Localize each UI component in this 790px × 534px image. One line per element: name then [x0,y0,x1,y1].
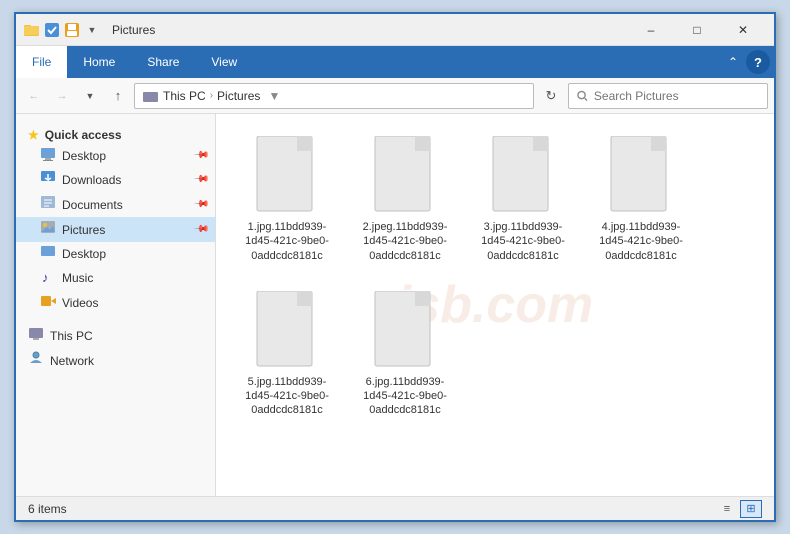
path-thispc: This PC [163,89,206,103]
file-item[interactable]: 1.jpg.11bdd939-1d45-421c-9be0-0addcdc818… [232,130,342,269]
sidebar-item-pictures[interactable]: Pictures 📌 [16,217,215,242]
pin-icon: 📌 [192,221,209,238]
file-name-5: 5.jpg.11bdd939-1d45-421c-9be0-0addcdc818… [238,375,336,418]
save-icon[interactable] [64,22,80,38]
file-name-3: 3.jpg.11bdd939-1d45-421c-9be0-0addcdc818… [474,220,572,263]
music-icon: ♪ [40,268,56,287]
pin-icon: 📌 [192,171,209,188]
videos-icon [40,293,56,312]
pin-icon: 📌 [192,147,209,164]
close-button[interactable]: ✕ [720,14,766,46]
sidebar: ★ Quick access Desktop 📌 [16,114,216,496]
minimize-button[interactable]: ‒ [628,14,674,46]
breadcrumb-thispc[interactable]: This PC › [163,89,213,103]
dropdown-recent-button[interactable]: ▼ [78,84,102,108]
sidebar-thispc-label: This PC [50,329,93,343]
search-input[interactable] [594,89,759,103]
ribbon: File Home Share View ⌃ ? [16,46,774,78]
sidebar-downloads-label: Downloads [62,173,121,187]
path-icon [143,89,159,103]
file-item[interactable]: 6.jpg.11bdd939-1d45-421c-9be0-0addcdc818… [350,285,460,424]
file-name-4: 4.jpg.11bdd939-1d45-421c-9be0-0addcdc818… [592,220,690,263]
pin-icon: 📌 [192,196,209,213]
forward-button[interactable]: → [50,84,74,108]
address-bar: ← → ▼ ↑ This PC › Pictures ▼ ↻ [16,78,774,114]
title-bar: ▼ Pictures ‒ □ ✕ [16,14,774,46]
sidebar-quick-access-label: Quick access [45,128,122,142]
search-icon [577,90,588,102]
sidebar-item-desktop2[interactable]: Desktop [16,242,215,265]
file-item[interactable]: 4.jpg.11bdd939-1d45-421c-9be0-0addcdc818… [586,130,696,269]
downloads-icon [40,170,56,189]
tab-home[interactable]: Home [67,46,131,78]
view-large-button[interactable]: ⊞ [740,500,762,518]
file-item[interactable]: 3.jpg.11bdd939-1d45-421c-9be0-0addcdc818… [468,130,578,269]
svg-text:♪: ♪ [42,270,49,284]
star-icon: ★ [28,128,39,142]
file-explorer-window: ▼ Pictures ‒ □ ✕ File Home Share View ⌃ … [14,12,776,522]
network-icon [28,351,44,370]
tab-share[interactable]: Share [131,46,195,78]
address-dropdown-icon[interactable]: ▼ [264,83,284,109]
sidebar-network-label: Network [50,354,94,368]
folder-icon [24,22,40,38]
view-list-button[interactable]: ≡ [716,500,738,518]
quick-access-toolbar: ▼ [24,22,100,38]
sidebar-videos-label: Videos [62,296,98,310]
items-count: 6 items [28,502,708,516]
up-button[interactable]: ↑ [106,84,130,108]
desktop2-icon [40,245,56,262]
ribbon-right: ⌃ ? [720,46,774,78]
file-name-6: 6.jpg.11bdd939-1d45-421c-9be0-0addcdc818… [356,375,454,418]
view-buttons: ≡ ⊞ [716,500,762,518]
sidebar-item-music[interactable]: ♪ Music [16,265,215,290]
desktop-icon [40,147,56,164]
sidebar-music-label: Music [62,271,93,285]
documents-icon [40,195,56,214]
file-icon-6 [370,291,440,371]
file-name-1: 1.jpg.11bdd939-1d45-421c-9be0-0addcdc818… [238,220,336,263]
file-item[interactable]: 5.jpg.11bdd939-1d45-421c-9be0-0addcdc818… [232,285,342,424]
pictures-icon [40,220,56,239]
sidebar-item-network[interactable]: Network [16,348,215,373]
sidebar-desktop2-label: Desktop [62,247,106,261]
sidebar-item-videos[interactable]: Videos [16,290,215,315]
tab-file[interactable]: File [16,46,67,78]
thispc-icon [28,326,44,345]
tab-view[interactable]: View [195,46,253,78]
help-button[interactable]: ? [746,50,770,74]
qat-dropdown-icon[interactable]: ▼ [84,22,100,38]
sidebar-item-documents[interactable]: Documents 📌 [16,192,215,217]
status-bar: 6 items ≡ ⊞ [16,496,774,520]
file-item[interactable]: 2.jpeg.11bdd939-1d45-421c-9be0-0addcdc81… [350,130,460,269]
sidebar-item-desktop[interactable]: Desktop 📌 [16,144,215,167]
address-path[interactable]: This PC › Pictures ▼ [134,83,534,109]
check-icon[interactable] [44,22,60,38]
file-icon-2 [370,136,440,216]
file-icon-1 [252,136,322,216]
main-content: ★ Quick access Desktop 📌 [16,114,774,496]
back-button[interactable]: ← [22,84,46,108]
maximize-button[interactable]: □ [674,14,720,46]
window-controls: ‒ □ ✕ [628,14,766,46]
sidebar-desktop-label: Desktop [62,149,106,163]
sidebar-item-downloads[interactable]: Downloads 📌 [16,167,215,192]
file-area: isb.com 1.jpg.11bdd939-1d45-421c-9be0-0a… [216,114,774,496]
file-icon-5 [252,291,322,371]
ribbon-collapse-icon[interactable]: ⌃ [720,55,746,69]
file-name-2: 2.jpeg.11bdd939-1d45-421c-9be0-0addcdc81… [356,220,454,263]
breadcrumb-pictures: Pictures [217,89,260,103]
search-box[interactable] [568,83,768,109]
sidebar-pictures-label: Pictures [62,223,105,237]
sidebar-documents-label: Documents [62,198,123,212]
sidebar-item-thispc[interactable]: This PC [16,323,215,348]
window-title: Pictures [112,23,628,37]
file-icon-3 [488,136,558,216]
sidebar-section-quick-access[interactable]: ★ Quick access [16,122,215,144]
file-icon-4 [606,136,676,216]
refresh-button[interactable]: ↻ [538,83,564,109]
